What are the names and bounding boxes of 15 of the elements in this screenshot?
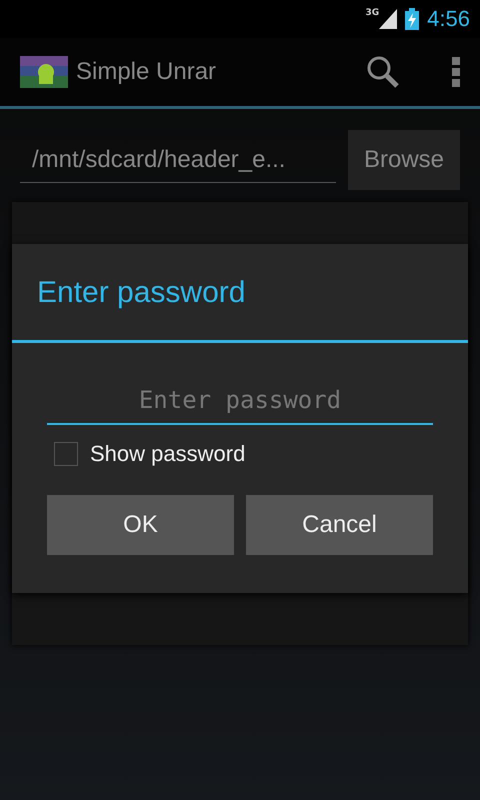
battery-charging-icon xyxy=(405,8,420,30)
dialog-button[interactable]: Cancel xyxy=(246,495,433,555)
checkbox-label: Show password xyxy=(90,441,246,467)
dialog-button[interactable]: OK xyxy=(47,495,234,555)
browse-button[interactable]: Browse xyxy=(348,130,460,190)
clock: 4:56 xyxy=(427,6,470,32)
file-path-field[interactable]: /mnt/sdcard/header_e... xyxy=(20,138,336,182)
overflow-menu-icon[interactable] xyxy=(452,57,460,87)
checkbox[interactable] xyxy=(54,442,78,466)
app-title: Simple Unrar xyxy=(76,58,218,86)
network-type: 3G xyxy=(366,8,380,18)
dialog-title: Enter password xyxy=(12,244,468,343)
password-field[interactable]: Enter password xyxy=(47,377,433,425)
search-icon[interactable] xyxy=(366,55,400,89)
signal-icon xyxy=(379,9,398,29)
